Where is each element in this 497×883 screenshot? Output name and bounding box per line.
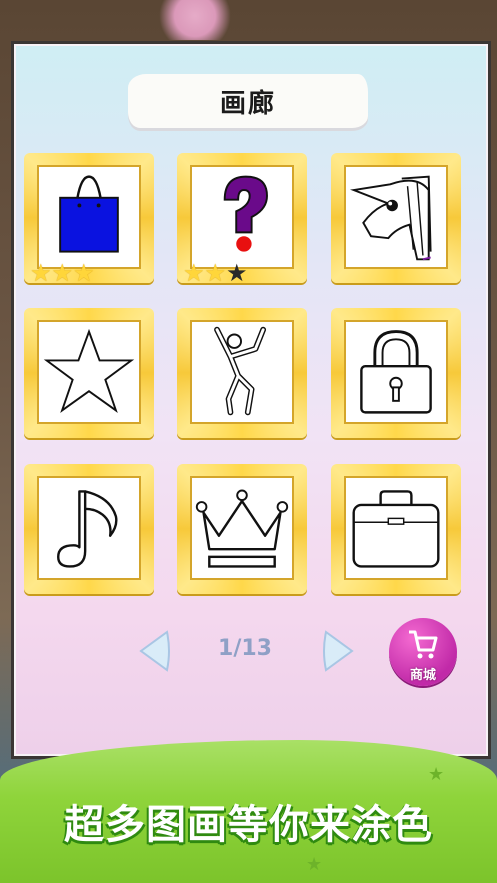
music-note-icon xyxy=(57,490,118,568)
drawing-frame xyxy=(344,320,448,424)
gallery-item-unicorn[interactable] xyxy=(331,153,461,283)
star-filled-icon: ★ xyxy=(51,259,74,287)
gallery-item-music-note[interactable] xyxy=(24,464,154,594)
gallery-item-dancer[interactable] xyxy=(177,308,307,438)
drawing-frame xyxy=(344,476,448,580)
prev-page-button[interactable] xyxy=(137,628,171,674)
star-rating: ★ ★ ★ xyxy=(183,261,248,285)
star-decoration-icon: ★ xyxy=(306,854,323,875)
gallery-item-crown[interactable] xyxy=(177,464,307,594)
shop-button[interactable]: 商城 xyxy=(389,618,457,686)
lock-icon xyxy=(360,330,432,414)
briefcase-icon xyxy=(352,490,440,568)
gallery-item-lock[interactable] xyxy=(331,308,461,438)
title-banner: 画廊 xyxy=(128,74,368,128)
bag-icon xyxy=(59,175,119,253)
shop-label: 商城 xyxy=(409,668,436,683)
arrow-left-icon xyxy=(139,630,170,672)
cart-icon xyxy=(409,630,438,659)
dancer-icon xyxy=(214,326,267,416)
drawing-frame xyxy=(344,165,448,269)
gallery-item-question-mark[interactable]: ★ ★ ★ xyxy=(177,153,307,285)
drawing-frame xyxy=(37,320,141,424)
star-rating: ★ ★ ★ xyxy=(30,261,95,285)
next-page-button[interactable] xyxy=(322,628,356,674)
star-filled-icon: ★ xyxy=(204,259,227,287)
unicorn-icon xyxy=(350,175,432,261)
page-title: 画廊 xyxy=(219,88,276,119)
gallery-item-briefcase[interactable] xyxy=(331,464,461,594)
question-mark-icon xyxy=(223,175,268,252)
star-empty-icon: ★ xyxy=(226,259,248,287)
star-decoration-icon: ★ xyxy=(428,764,445,785)
crown-icon xyxy=(195,489,289,568)
promo-text: 超多图画等你来涂色 xyxy=(64,802,433,848)
page-indicator: 1/13 xyxy=(218,636,272,661)
star-icon xyxy=(43,328,135,413)
star-filled-icon: ★ xyxy=(30,259,52,287)
star-filled-icon: ★ xyxy=(183,259,205,287)
gallery-item-bag[interactable]: ★ ★ ★ xyxy=(24,153,154,285)
background-blossom xyxy=(150,0,240,40)
drawing-frame xyxy=(190,476,294,580)
gallery-item-star[interactable] xyxy=(24,308,154,438)
drawing-frame xyxy=(37,476,141,580)
drawing-frame xyxy=(190,320,294,424)
arrow-right-icon xyxy=(323,630,354,672)
drawing-frame xyxy=(37,165,141,269)
star-filled-icon: ★ xyxy=(73,259,95,287)
drawing-frame xyxy=(190,165,294,269)
